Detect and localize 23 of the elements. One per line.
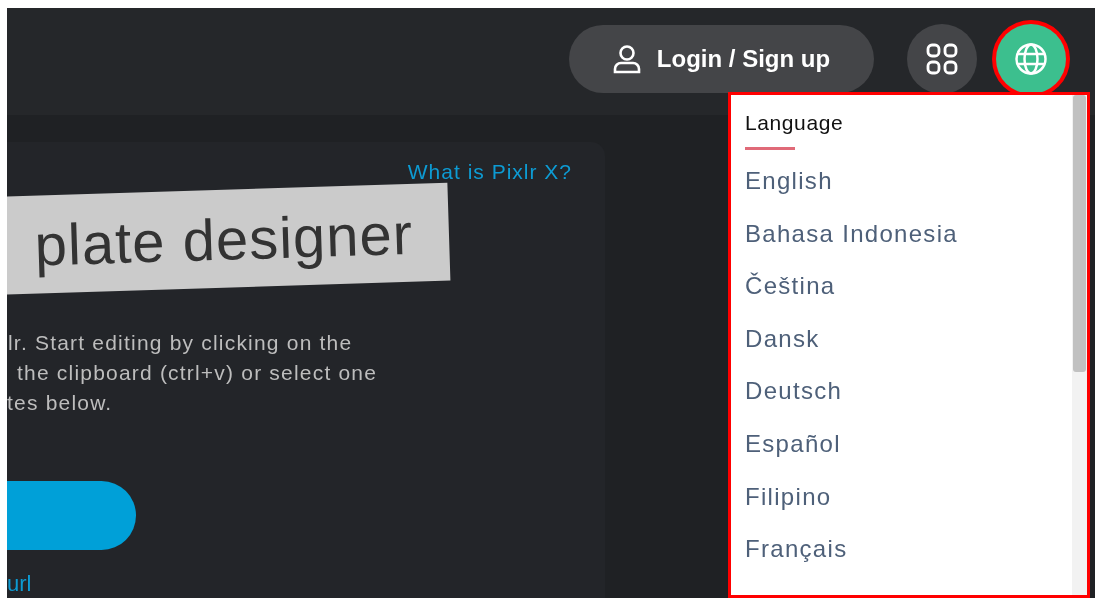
page-title: plate designer — [33, 199, 414, 279]
heading-underline — [745, 147, 795, 150]
language-option[interactable]: Čeština — [745, 272, 836, 325]
scrollbar-thumb[interactable] — [1073, 95, 1086, 372]
language-option[interactable]: Bahasa Indonesia — [745, 219, 958, 273]
action-button[interactable] — [7, 481, 136, 550]
globe-icon — [1014, 41, 1048, 76]
user-icon — [612, 43, 641, 74]
language-option[interactable]: Dansk — [745, 324, 820, 378]
language-option[interactable]: Deutsch — [745, 377, 843, 430]
description-line: lr. Start editing by clicking on the — [8, 330, 354, 356]
menu-heading: Language — [745, 111, 844, 135]
language-button[interactable] — [996, 23, 1066, 94]
language-option[interactable]: Filipino — [745, 482, 832, 536]
language-option[interactable]: Français — [745, 535, 848, 588]
description-line: tes below. — [7, 390, 114, 416]
url-link[interactable]: url — [7, 572, 32, 596]
language-option[interactable]: Español — [745, 429, 841, 483]
grid-icon — [926, 42, 958, 75]
help-link[interactable]: What is Pixlr X? — [407, 160, 572, 184]
language-option[interactable]: English — [745, 167, 833, 220]
login-button[interactable]: Login / Sign up — [569, 24, 874, 93]
description-line: the clipboard (ctrl+v) or select one — [17, 360, 379, 386]
